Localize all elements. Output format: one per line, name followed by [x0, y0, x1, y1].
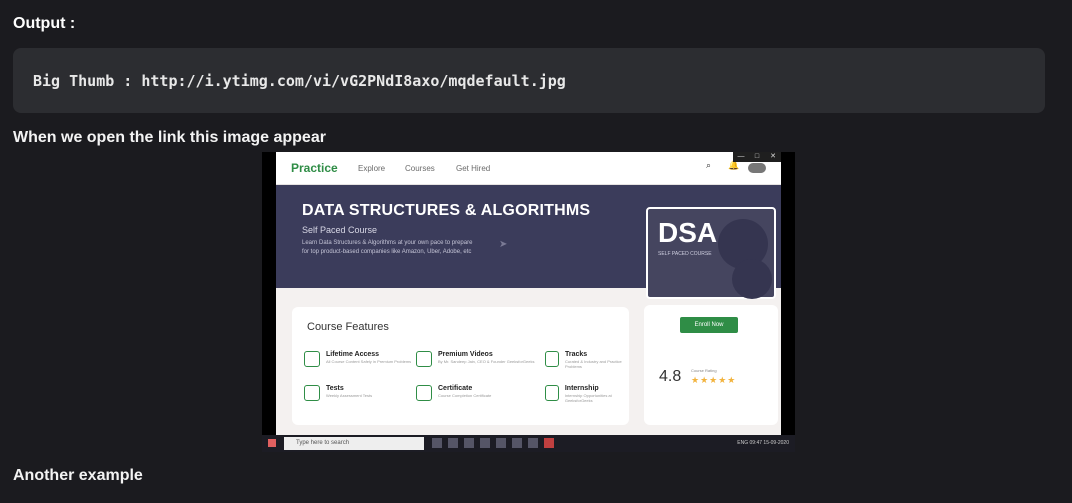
code-block: Big Thumb : http://i.ytimg.com/vi/vG2PNd… [13, 48, 1045, 113]
feature-name: Tracks [565, 351, 588, 358]
app-icon [544, 438, 554, 448]
paragraph-text: When we open the link this image appear [13, 129, 326, 146]
rating-label: Course Rating [691, 368, 717, 373]
decor-circle [732, 259, 772, 299]
app-icon [496, 438, 506, 448]
taskbar: Type here to search ENG 09:47 15-09-2020 [262, 435, 795, 452]
rating-score: 4.8 [659, 368, 682, 385]
feature-tracks: Tracks Curated & Industry and Practice P… [545, 351, 629, 369]
feature-premium-videos: Premium Videos By Mr. Sandeep Jain, CEO … [416, 351, 535, 367]
feature-sub: Course Completion Certificate [438, 393, 492, 398]
nav-link-get-hired: Get Hired [456, 164, 491, 173]
feature-sub: All Course Content Safely in Premium Pro… [326, 359, 412, 364]
video-icon [416, 351, 432, 367]
feature-name: Premium Videos [438, 351, 493, 358]
app-icon [464, 438, 474, 448]
browser-window: Practice Explore Courses Get Hired ⌕ 🔔 —… [276, 152, 781, 435]
nav-link-courses: Courses [405, 164, 435, 173]
feature-name: Certificate [438, 385, 473, 392]
feature-tests: Tests Weekly Assessment Tests [304, 385, 372, 401]
checklist-icon [304, 385, 320, 401]
course-features-panel: Course Features Lifetime Access All Cour… [292, 307, 629, 425]
avatar-icon [748, 163, 766, 173]
taskbar-search: Type here to search [284, 437, 424, 450]
footer-text: Another example [13, 467, 143, 484]
search-icon: ⌕ [706, 160, 712, 170]
app-icon [528, 438, 538, 448]
feature-name: Tests [326, 385, 344, 392]
maximize-icon: □ [754, 153, 760, 160]
briefcase-icon [545, 385, 559, 401]
certificate-icon [416, 385, 432, 401]
course-subtitle: Self Paced Course [302, 225, 378, 235]
dsa-card-subtitle: SELF PACED COURSE [658, 251, 712, 257]
feature-sub: Weekly Assessment Tests [326, 393, 373, 398]
flag-icon [545, 351, 559, 367]
minimize-icon: — [737, 153, 745, 160]
enroll-now-button: Enroll Now [680, 317, 738, 333]
feature-internship: Internship Internship Opportunities at G… [545, 385, 629, 403]
app-icon [432, 438, 442, 448]
app-icon [448, 438, 458, 448]
code-line: Big Thumb : http://i.ytimg.com/vi/vG2PNd… [33, 71, 566, 90]
rating-panel: Enroll Now 4.8 Course Rating ★★★★★ [644, 305, 778, 425]
feature-lifetime-access: Lifetime Access All Course Content Safel… [304, 351, 411, 367]
feature-sub: By Mr. Sandeep Jain, CEO & Founder Geeks… [438, 359, 535, 364]
dsa-card: DSA SELF PACED COURSE [646, 207, 776, 299]
dsa-card-title: DSA [658, 217, 718, 248]
taskbar-apps [432, 438, 554, 448]
course-description: Learn Data Structures & Algorithms at yo… [302, 240, 473, 255]
nav-link-explore: Explore [358, 164, 386, 173]
feature-sub: Internship Opportunities at GeeksforGeek… [564, 393, 612, 403]
windows-start-icon [268, 439, 276, 447]
close-icon: ✕ [770, 153, 776, 160]
cursor-icon: ➤ [499, 239, 508, 250]
site-navbar: Practice Explore Courses Get Hired ⌕ 🔔 —… [276, 152, 781, 185]
app-icon [480, 438, 490, 448]
feature-name: Internship [564, 385, 599, 392]
feature-sub: Curated & Industry and Practice Problems [565, 359, 622, 369]
site-logo: Practice [291, 161, 338, 175]
screenshot-image: Practice Explore Courses Get Hired ⌕ 🔔 —… [262, 152, 795, 452]
calendar-icon [304, 351, 320, 367]
app-icon [512, 438, 522, 448]
system-tray: ENG 09:47 15-09-2020 [737, 440, 789, 446]
course-title: DATA STRUCTURES & ALGORITHMS [302, 202, 591, 219]
feature-name: Lifetime Access [326, 351, 380, 358]
output-heading: Output : [13, 15, 76, 32]
feature-certificate: Certificate Course Completion Certificat… [416, 385, 491, 401]
window-controls: — □ ✕ [733, 152, 781, 162]
rating-stars: ★★★★★ [691, 375, 737, 385]
features-title: Course Features [307, 321, 389, 333]
